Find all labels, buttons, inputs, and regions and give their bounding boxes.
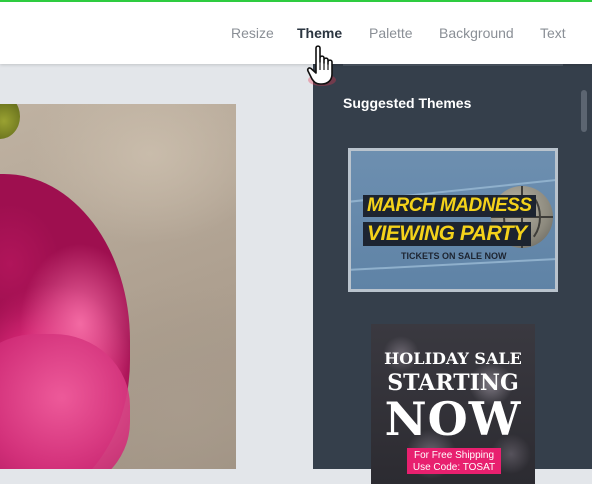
- theme-thumbnail-march-madness[interactable]: MARCH MADNESS VIEWING PARTY TICKETS ON S…: [348, 148, 558, 292]
- theme-headline-line3: NOW: [384, 392, 522, 446]
- promo-line2: Use Code: TOSAT: [412, 462, 496, 473]
- theme-thumbnail-holiday-sale[interactable]: HOLIDAY SALE STARTING NOW For Free Shipp…: [371, 324, 535, 484]
- design-canvas-image[interactable]: [0, 104, 236, 469]
- tab-theme[interactable]: Theme: [297, 25, 342, 41]
- suggested-themes-title: Suggested Themes: [343, 95, 472, 111]
- top-toolbar: Resize Theme Palette Background Text: [0, 0, 592, 64]
- theme-sidebar: Suggested Themes MARCH MADNESS VIEWING P…: [313, 64, 592, 484]
- theme-subtext: TICKETS ON SALE NOW: [401, 251, 507, 261]
- theme-headline-line1: MARCH MADNESS: [363, 195, 536, 217]
- theme-headline-line2: VIEWING PARTY: [363, 222, 531, 246]
- tab-resize[interactable]: Resize: [231, 25, 274, 41]
- tab-background[interactable]: Background: [439, 25, 514, 41]
- sidebar-scrollbar[interactable]: [581, 90, 587, 132]
- sidebar-divider: [343, 64, 563, 66]
- hand-pointer-cursor-icon: [306, 45, 336, 86]
- promo-badge: For Free Shipping Use Code: TOSAT: [407, 448, 501, 474]
- tab-palette[interactable]: Palette: [369, 25, 413, 41]
- promo-line1: For Free Shipping: [413, 450, 495, 461]
- tab-text[interactable]: Text: [540, 25, 566, 41]
- theme-headline-line1: HOLIDAY SALE: [384, 349, 522, 368]
